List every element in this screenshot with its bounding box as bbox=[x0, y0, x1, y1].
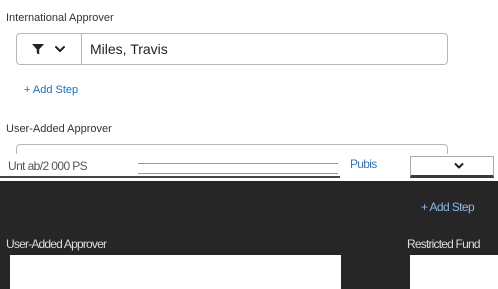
glitched-render-region: Unt ab/2 000 PS Pubis + Add Step User-Ad… bbox=[0, 154, 498, 289]
glitched-restricted-fund-label: Restricted Fund bbox=[407, 237, 481, 251]
glitched-rule bbox=[0, 176, 340, 178]
glitched-lines bbox=[138, 163, 338, 174]
glitched-dropdown[interactable] bbox=[410, 156, 494, 178]
chevron-down-icon bbox=[53, 42, 67, 56]
international-approver-value[interactable]: Miles, Travis bbox=[82, 34, 168, 64]
glitched-strip: Unt ab/2 000 PS Pubis bbox=[0, 154, 498, 181]
international-approver-label: International Approver bbox=[6, 12, 114, 24]
approver-form-screen: International Approver Miles, Travis + A… bbox=[0, 0, 498, 289]
glitched-user-added-approver-label: User-Added Approver bbox=[6, 237, 107, 251]
user-added-approver-label: User-Added Approver bbox=[6, 123, 112, 135]
glitched-text: Unt ab/2 000 PS bbox=[8, 159, 88, 173]
glitched-approver-input[interactable] bbox=[10, 255, 341, 289]
glitched-add-step-link[interactable]: + Add Step bbox=[421, 200, 475, 214]
glitched-restricted-fund-input[interactable] bbox=[410, 255, 498, 289]
international-approver-filter-button[interactable] bbox=[17, 34, 82, 64]
filter-icon bbox=[31, 42, 45, 56]
international-approver-field: Miles, Travis bbox=[16, 33, 448, 65]
glitched-link[interactable]: Pubis bbox=[350, 157, 377, 171]
chevron-down-icon bbox=[454, 158, 464, 169]
add-step-link[interactable]: + Add Step bbox=[24, 84, 78, 96]
